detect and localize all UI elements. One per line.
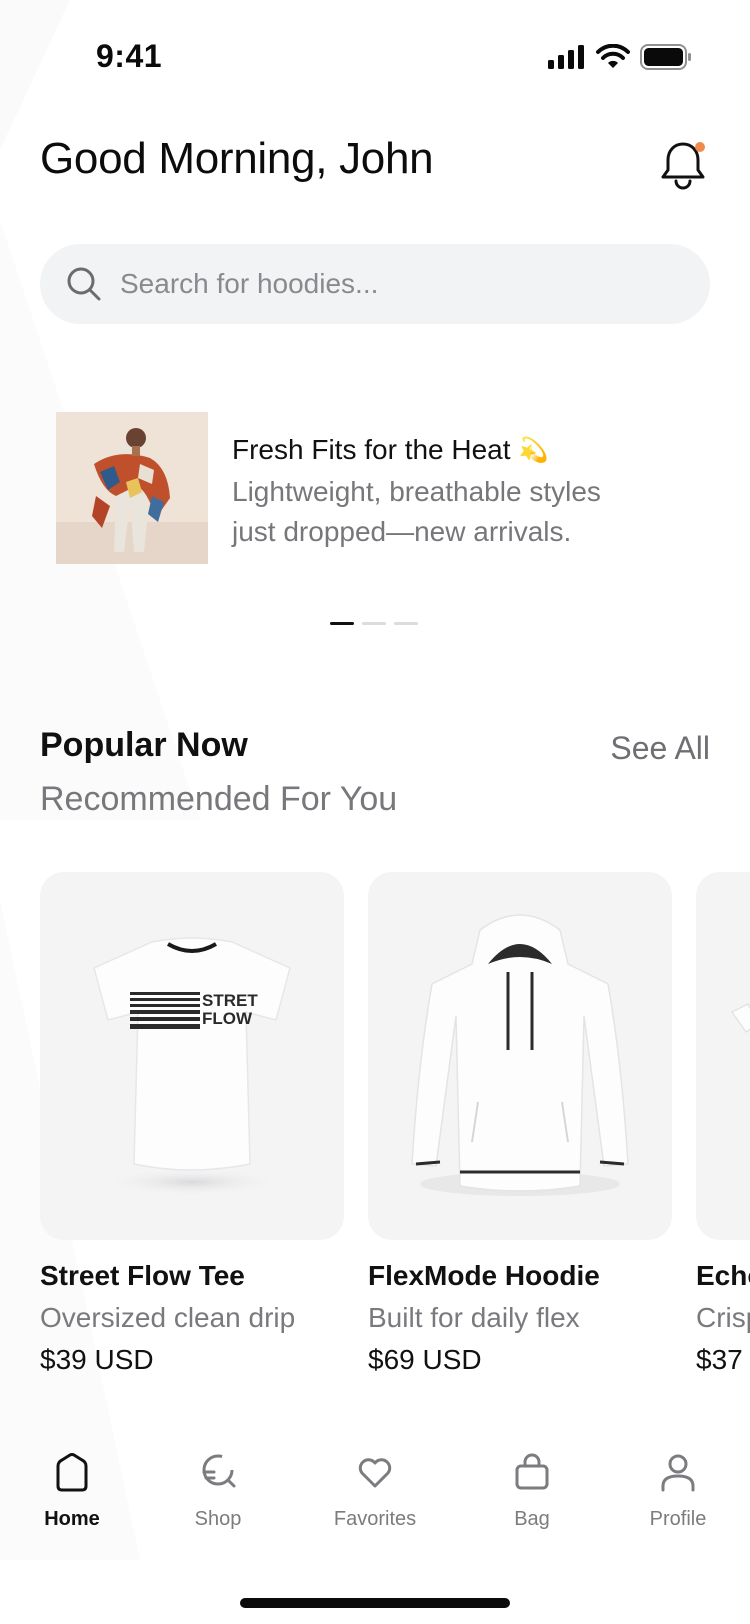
product-price: $39 USD <box>40 1344 154 1375</box>
profile-icon <box>661 1454 695 1492</box>
tab-profile[interactable]: Profile <box>618 1452 738 1531</box>
tab-label: Profile <box>649 1508 707 1530</box>
shop-icon <box>202 1454 236 1488</box>
promo-title-text: Fresh Fits for the Heat <box>232 434 511 465</box>
product-name: Street Flow Tee <box>40 1260 245 1291</box>
section-title: Popular Now <box>40 726 248 764</box>
tab-label: Shop <box>194 1508 242 1530</box>
section-subtitle: Recommended For You <box>40 780 398 818</box>
app-screen: 9:41 Good Morning, John Search for hoodi… <box>0 0 750 1624</box>
tab-label: Bag <box>514 1508 550 1530</box>
carousel-dot[interactable] <box>330 622 354 625</box>
promo-description: Lightweight, breathable styles just drop… <box>232 476 601 547</box>
home-icon <box>56 1453 88 1492</box>
tee-print-text: STRET <box>202 991 258 1010</box>
tab-shop[interactable]: Shop <box>158 1452 278 1531</box>
heart-icon <box>358 1458 392 1488</box>
cellular-signal-icon <box>548 45 584 69</box>
product-name: Echo <box>696 1260 750 1291</box>
tab-label: Home <box>44 1508 100 1530</box>
product-description: Oversized clean drip <box>40 1302 296 1333</box>
tee-print-text: FLOW <box>202 1009 253 1028</box>
search-icon <box>67 267 101 301</box>
tab-favorites[interactable]: Favorites <box>315 1452 435 1531</box>
product-price: $69 USD <box>368 1344 482 1375</box>
carousel-dot[interactable] <box>394 622 418 625</box>
status-time: 9:41 <box>96 38 163 74</box>
product-price: $37 <box>696 1344 743 1375</box>
product-description: Crisp <box>696 1302 750 1333</box>
sparkle-emoji-icon: 💫 <box>518 436 549 464</box>
product-image: STRET FLOW <box>40 872 344 1240</box>
promo-banner[interactable]: Fresh Fits for the Heat 💫 Lightweight, b… <box>56 412 706 564</box>
product-card[interactable]: Echo Crisp $37 <box>696 872 750 1376</box>
promo-image <box>56 412 208 564</box>
battery-icon <box>640 44 691 70</box>
status-bar: 9:41 <box>0 0 750 100</box>
product-card[interactable]: FlexMode Hoodie Built for daily flex $69… <box>368 872 672 1376</box>
product-image <box>368 872 672 1240</box>
bag-icon <box>515 1453 549 1490</box>
see-all-link[interactable]: See All <box>610 730 710 767</box>
carousel-indicator <box>330 622 418 625</box>
tab-home[interactable]: Home <box>12 1452 132 1531</box>
home-indicator[interactable] <box>240 1598 510 1608</box>
status-icons <box>548 44 692 70</box>
notification-badge <box>695 142 705 152</box>
search-bar[interactable] <box>40 244 710 324</box>
bottom-tab-bar: Home Shop Favorites Bag Profile <box>0 1452 750 1562</box>
product-image <box>696 872 750 1240</box>
product-card[interactable]: STRET FLOW Street Flow Tee Oversized cle… <box>40 872 344 1376</box>
product-name: FlexMode Hoodie <box>368 1260 600 1291</box>
carousel-dot[interactable] <box>362 622 386 625</box>
tab-bag[interactable]: Bag <box>472 1452 592 1531</box>
search-input[interactable] <box>120 268 680 300</box>
promo-text: Fresh Fits for the Heat 💫 Lightweight, b… <box>232 434 652 564</box>
promo-title: Fresh Fits for the Heat 💫 <box>232 434 652 466</box>
product-description: Built for daily flex <box>368 1302 580 1333</box>
tab-label: Favorites <box>333 1508 417 1530</box>
wifi-icon <box>596 44 630 68</box>
greeting-title: Good Morning, John <box>40 134 434 183</box>
